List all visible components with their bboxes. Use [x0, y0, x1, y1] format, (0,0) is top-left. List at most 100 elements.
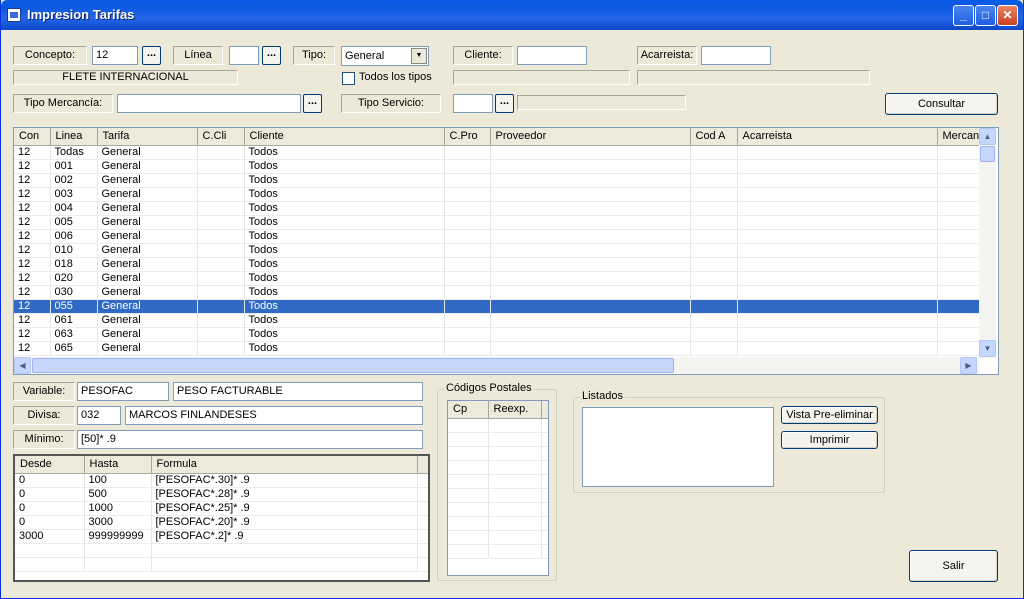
column-header-formula[interactable]: Formula: [151, 456, 418, 474]
close-button[interactable]: ✕: [997, 5, 1018, 26]
table-row[interactable]: 0 1000 [PESOFAC*.25]* .9: [15, 501, 428, 516]
table-row[interactable]: [448, 502, 548, 517]
table-row[interactable]: 12 002 General Todos: [14, 173, 995, 188]
table-cell: [444, 243, 491, 258]
tarifas-horizontal-scrollbar[interactable]: ◀ ▶: [14, 357, 979, 374]
table-cell: [541, 446, 548, 461]
table-row[interactable]: 0 3000 [PESOFAC*.20]* .9: [15, 515, 428, 530]
table-row[interactable]: 12 010 General Todos: [14, 243, 995, 258]
table-row[interactable]: [448, 446, 548, 461]
codigos-postales-grid[interactable]: Cp Reexp.: [447, 400, 549, 576]
chevron-down-icon[interactable]: ▼: [411, 48, 427, 64]
column-header-reexp[interactable]: Reexp.: [488, 401, 542, 419]
salir-button[interactable]: Salir: [909, 550, 998, 582]
table-row[interactable]: 12 005 General Todos: [14, 215, 995, 230]
concepto-input[interactable]: 12: [92, 46, 138, 65]
variable-description-field[interactable]: PESO FACTURABLE: [173, 382, 423, 401]
table-row[interactable]: 0 500 [PESOFAC*.28]* .9: [15, 487, 428, 502]
table-row[interactable]: 12 006 General Todos: [14, 229, 995, 244]
table-row[interactable]: 12 030 General Todos: [14, 285, 995, 300]
table-row[interactable]: 12 061 General Todos: [14, 313, 995, 328]
column-header-hasta[interactable]: Hasta: [84, 456, 152, 474]
concepto-lookup-button[interactable]: ...: [142, 46, 161, 65]
table-row[interactable]: 12 Todas General Todos: [14, 145, 995, 160]
table-row[interactable]: [448, 474, 548, 489]
table-row[interactable]: [15, 543, 428, 558]
acarreista-input[interactable]: [701, 46, 771, 65]
table-row[interactable]: [448, 488, 548, 503]
table-cell: 063: [50, 327, 98, 342]
table-row[interactable]: [448, 530, 548, 545]
table-cell: General: [97, 285, 198, 300]
column-header-linea[interactable]: Linea: [50, 128, 98, 146]
scroll-up-icon[interactable]: ▲: [979, 128, 996, 145]
tipo-servicio-input[interactable]: [453, 94, 493, 113]
column-header-desde[interactable]: Desde: [15, 456, 85, 474]
tipo-mercancia-input[interactable]: [117, 94, 301, 113]
table-cell: [488, 460, 542, 475]
table-cell: [488, 502, 542, 517]
column-header-c-pro[interactable]: C.Pro: [444, 128, 491, 146]
column-header-proveedor[interactable]: Proveedor: [490, 128, 691, 146]
table-cell: [444, 145, 491, 160]
linea-input[interactable]: [229, 46, 259, 65]
table-cell: [737, 299, 938, 314]
linea-lookup-button[interactable]: ...: [262, 46, 281, 65]
tipo-select[interactable]: General ▼: [341, 46, 429, 66]
table-row[interactable]: 12 055 General Todos: [14, 299, 995, 314]
column-header-tarifa[interactable]: Tarifa: [97, 128, 198, 146]
table-cell: [737, 215, 938, 230]
table-cell: [444, 187, 491, 202]
consultar-button[interactable]: Consultar: [885, 93, 998, 115]
scroll-down-icon[interactable]: ▼: [979, 340, 996, 357]
cliente-input[interactable]: [517, 46, 587, 65]
column-header-c-cli[interactable]: C.Cli: [197, 128, 245, 146]
table-row[interactable]: 12 003 General Todos: [14, 187, 995, 202]
todos-tipos-checkbox[interactable]: [342, 72, 355, 85]
table-cell: [490, 159, 691, 174]
table-cell: General: [97, 271, 198, 286]
vertical-scroll-thumb[interactable]: [980, 146, 995, 162]
table-row[interactable]: [448, 460, 548, 475]
minimo-field[interactable]: [50]* .9: [77, 430, 423, 449]
horizontal-scroll-thumb[interactable]: [32, 358, 674, 373]
table-row[interactable]: [448, 516, 548, 531]
listados-listbox[interactable]: [582, 407, 774, 487]
column-header-acarreista[interactable]: Acarreista: [737, 128, 938, 146]
table-row[interactable]: [448, 432, 548, 447]
table-cell: 065: [50, 341, 98, 356]
column-header-cod-a[interactable]: Cod A: [690, 128, 738, 146]
column-header-cliente[interactable]: Cliente: [244, 128, 445, 146]
table-row[interactable]: 12 018 General Todos: [14, 257, 995, 272]
table-cell: 12: [14, 341, 51, 356]
tarifas-grid[interactable]: Con Linea Tarifa C.Cli Cliente C.Pro Proveedor…: [13, 127, 999, 375]
tipo-servicio-lookup-button[interactable]: ...: [495, 94, 514, 113]
table-row[interactable]: 12 001 General Todos: [14, 159, 995, 174]
column-header-con[interactable]: Con: [14, 128, 51, 146]
table-cell: [541, 516, 548, 531]
table-row[interactable]: [448, 544, 548, 559]
column-header-cp[interactable]: Cp: [448, 401, 489, 419]
imprimir-button[interactable]: Imprimir: [781, 431, 878, 449]
table-row[interactable]: 12 004 General Todos: [14, 201, 995, 216]
variable-code-field[interactable]: PESOFAC: [77, 382, 169, 401]
minimize-button[interactable]: _: [953, 5, 974, 26]
maximize-button[interactable]: □: [975, 5, 996, 26]
tarifas-vertical-scrollbar[interactable]: ▲ ▼: [979, 128, 996, 358]
table-row[interactable]: 12 020 General Todos: [14, 271, 995, 286]
divisa-code-field[interactable]: 032: [77, 406, 121, 425]
divisa-description-field[interactable]: MARCOS FINLANDESES: [125, 406, 423, 425]
table-row[interactable]: 12 063 General Todos: [14, 327, 995, 342]
table-row[interactable]: [15, 557, 428, 572]
table-row[interactable]: [448, 418, 548, 433]
table-cell: [488, 446, 542, 461]
formula-grid[interactable]: Desde Hasta Formula 0 100 [PESOFAC*.30]* .9 0…: [13, 454, 430, 582]
table-cell: [197, 215, 245, 230]
scroll-left-icon[interactable]: ◀: [14, 357, 31, 374]
vista-pre-eliminar-button[interactable]: Vista Pre-eliminar: [781, 406, 878, 424]
table-row[interactable]: 12 065 General Todos: [14, 341, 995, 356]
table-row[interactable]: 0 100 [PESOFAC*.30]* .9: [15, 473, 428, 488]
scroll-right-icon[interactable]: ▶: [960, 357, 977, 374]
table-row[interactable]: 3000 999999999 [PESOFAC*.2]* .9: [15, 529, 428, 544]
tipo-mercancia-lookup-button[interactable]: ...: [303, 94, 322, 113]
